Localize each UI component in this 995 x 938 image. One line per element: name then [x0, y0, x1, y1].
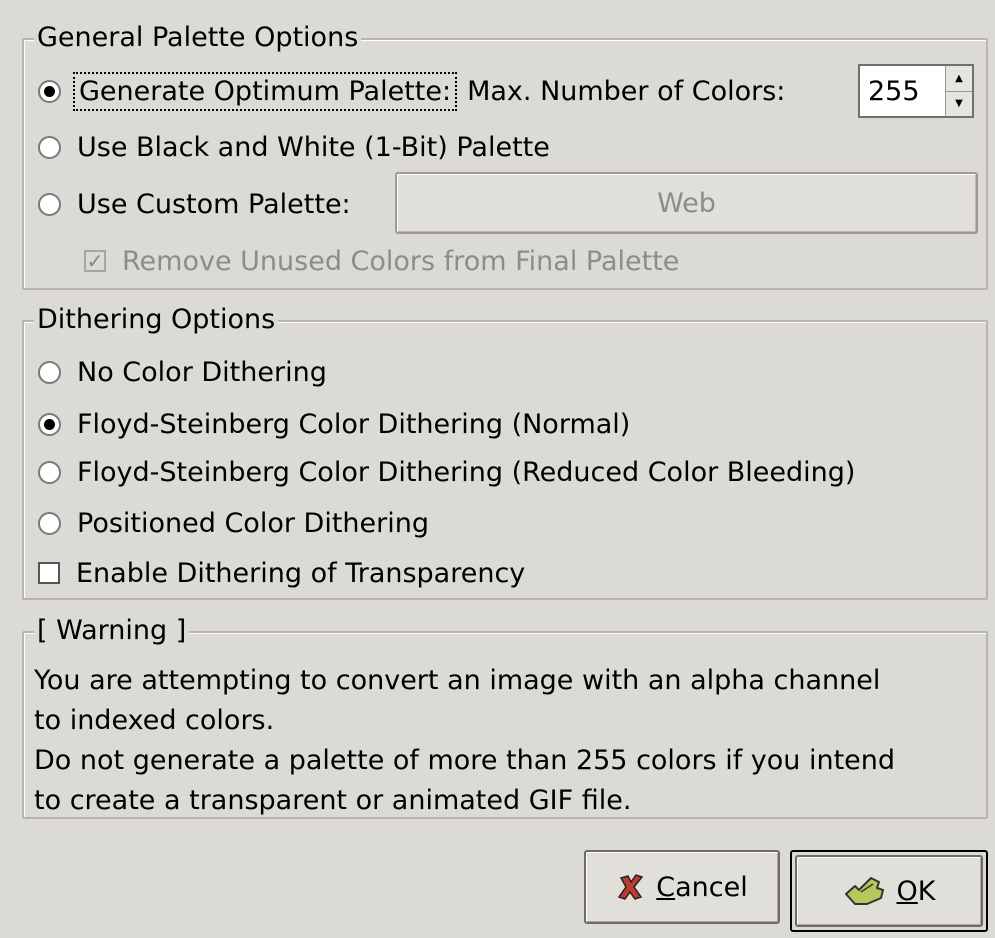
custom-palette-label: Use Custom Palette: [77, 188, 351, 220]
ok-button[interactable]: OK [795, 855, 983, 927]
dithering-frame: Dithering Options No Color Dithering Flo… [22, 302, 988, 600]
fs-normal-radio[interactable] [38, 412, 61, 436]
custom-palette-button: Web [395, 172, 978, 234]
max-colors-label: Max. Number of Colors: [467, 75, 786, 107]
positioned-label: Positioned Color Dithering [77, 507, 429, 539]
remove-unused-label: Remove Unused Colors from Final Palette [122, 245, 680, 277]
custom-palette-option[interactable]: Use Custom Palette: [38, 182, 351, 226]
cancel-label: Cancel [656, 871, 748, 903]
fs-reduced-label: Floyd-Steinberg Color Dithering (Reduced… [77, 456, 856, 488]
spin-down-icon[interactable]: ▼ [946, 92, 972, 117]
transparency-checkbox[interactable] [38, 562, 60, 584]
warning-frame: [ Warning ] You are attempting to conver… [22, 613, 988, 821]
cancel-button[interactable]: Cancel [584, 850, 780, 924]
fs-normal-label: Floyd-Steinberg Color Dithering (Normal) [77, 408, 631, 440]
spin-up-icon[interactable]: ▲ [946, 66, 972, 92]
bw-palette-option[interactable]: Use Black and White (1-Bit) Palette [38, 125, 550, 169]
bw-palette-radio[interactable] [38, 135, 61, 159]
optimum-palette-option[interactable]: Generate Optimum Palette: Max. Number of… [38, 69, 785, 113]
remove-unused-option: ✓ Remove Unused Colors from Final Palett… [84, 239, 679, 283]
max-colors-spinner[interactable]: 255 ▲ ▼ [858, 64, 974, 118]
general-palette-frame: General Palette Options Generate Optimum… [22, 20, 988, 290]
no-dither-option[interactable]: No Color Dithering [38, 350, 327, 394]
fs-normal-option[interactable]: Floyd-Steinberg Color Dithering (Normal) [38, 402, 630, 446]
dithering-title: Dithering Options [34, 302, 279, 338]
transparency-label: Enable Dithering of Transparency [76, 557, 526, 589]
warning-line: Do not generate a palette of more than 2… [34, 745, 896, 776]
no-dither-radio[interactable] [38, 360, 61, 384]
positioned-radio[interactable] [38, 511, 61, 535]
warning-line: to create a transparent or animated GIF … [34, 785, 632, 816]
transparency-option[interactable]: Enable Dithering of Transparency [38, 551, 525, 595]
max-colors-value[interactable]: 255 [860, 66, 945, 116]
warning-line: You are attempting to convert an image w… [34, 665, 881, 696]
warning-message: You are attempting to convert an image w… [34, 661, 895, 821]
positioned-option[interactable]: Positioned Color Dithering [38, 501, 429, 545]
general-palette-title: General Palette Options [34, 20, 362, 56]
optimum-palette-radio[interactable] [38, 79, 61, 103]
warning-line: to indexed colors. [34, 705, 275, 736]
no-dither-label: No Color Dithering [77, 356, 327, 388]
fs-reduced-option[interactable]: Floyd-Steinberg Color Dithering (Reduced… [38, 450, 855, 494]
fs-reduced-radio[interactable] [38, 460, 61, 484]
remove-unused-checkbox: ✓ [84, 250, 106, 272]
optimum-palette-label: Generate Optimum Palette: [72, 71, 458, 111]
bw-palette-label: Use Black and White (1-Bit) Palette [77, 131, 550, 163]
cross-icon [618, 874, 644, 900]
custom-palette-radio[interactable] [38, 192, 61, 216]
custom-palette-value: Web [657, 187, 716, 219]
warning-title: [ Warning ] [34, 613, 190, 649]
check-hand-icon [844, 877, 884, 905]
ok-label: OK [896, 875, 936, 907]
